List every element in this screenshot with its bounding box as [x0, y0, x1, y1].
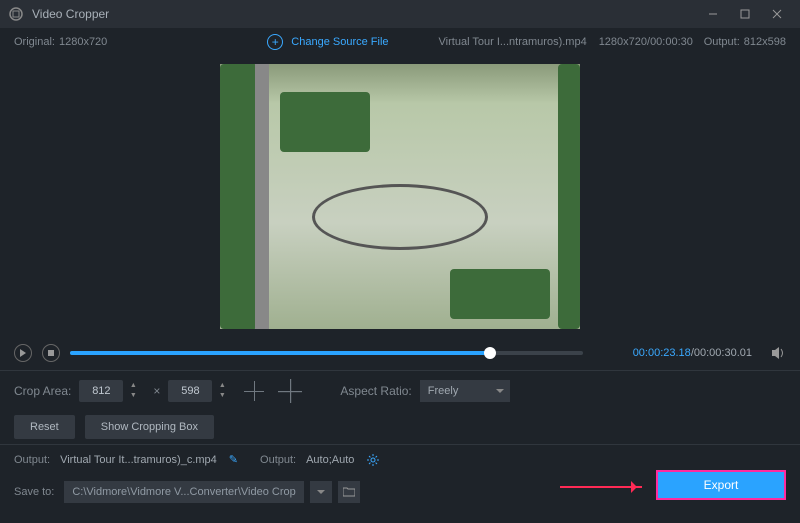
- seek-track[interactable]: [70, 351, 583, 355]
- source-meta: 1280x720/00:00:30: [599, 36, 693, 48]
- maximize-button[interactable]: [730, 4, 760, 24]
- seek-knob[interactable]: [484, 347, 496, 359]
- save-row: Save to: C:\Vidmore\Vidmore V...Converte…: [0, 474, 800, 510]
- reset-button[interactable]: Reset: [14, 415, 75, 439]
- edit-filename-icon[interactable]: ✎: [229, 453, 238, 466]
- output-file-label: Output:: [14, 454, 50, 466]
- width-up[interactable]: ▲: [127, 381, 139, 391]
- save-path: C:\Vidmore\Vidmore V...Converter\Video C…: [64, 481, 303, 503]
- crop-area-label: Crop Area:: [14, 384, 71, 398]
- settings-icon[interactable]: [366, 453, 380, 467]
- original-dimensions: 1280x720: [59, 36, 107, 48]
- total-time: 00:00:30.01: [694, 347, 752, 359]
- title-bar: Video Cropper: [0, 0, 800, 28]
- info-row: Original: 1280x720 + Change Source File …: [0, 28, 800, 56]
- aspect-ratio-label: Aspect Ratio:: [340, 384, 411, 398]
- aspect-ratio-select[interactable]: Freely: [420, 380, 510, 402]
- plus-circle-icon: +: [267, 34, 283, 50]
- app-title: Video Cropper: [32, 7, 698, 21]
- width-down[interactable]: ▼: [127, 391, 139, 401]
- crop-width-input[interactable]: [79, 380, 123, 402]
- minimize-button[interactable]: [698, 4, 728, 24]
- current-time: 00:00:23.18: [633, 347, 691, 359]
- source-filename: Virtual Tour I...ntramuros).mp4: [439, 36, 587, 48]
- change-source-button[interactable]: + Change Source File: [267, 34, 388, 50]
- output-preset-label: Output:: [260, 454, 296, 466]
- button-row: Reset Show Cropping Box: [0, 410, 800, 444]
- seek-progress: [70, 351, 490, 355]
- volume-icon[interactable]: [770, 345, 786, 361]
- times-symbol: ×: [153, 384, 160, 398]
- output-label: Output:: [704, 36, 740, 48]
- output-filename: Virtual Tour It...tramuros)_c.mp4: [60, 454, 217, 466]
- crop-controls: Crop Area: ▲▼ × ▲▼ Aspect Ratio: Freely: [0, 370, 800, 410]
- path-dropdown[interactable]: [310, 481, 332, 503]
- crop-height-input[interactable]: [168, 380, 212, 402]
- output-preset: Auto;Auto: [306, 454, 354, 466]
- preview-area: [0, 56, 800, 336]
- play-button[interactable]: [14, 344, 32, 362]
- save-to-label: Save to:: [14, 486, 54, 498]
- center-crop-button[interactable]: [242, 379, 266, 403]
- app-icon: [8, 6, 24, 22]
- annotation-arrow: [560, 486, 642, 488]
- height-down[interactable]: ▼: [216, 391, 228, 401]
- timecode: 00:00:23.18/00:00:30.01: [633, 347, 752, 359]
- export-button[interactable]: Export: [656, 470, 786, 500]
- height-up[interactable]: ▲: [216, 381, 228, 391]
- video-preview[interactable]: [220, 64, 580, 329]
- stop-button[interactable]: [42, 344, 60, 362]
- output-dimensions: 812x598: [744, 36, 786, 48]
- original-label: Original:: [14, 36, 55, 48]
- reticle-button[interactable]: [276, 376, 305, 405]
- change-source-label: Change Source File: [291, 36, 388, 48]
- show-cropping-box-button[interactable]: Show Cropping Box: [85, 415, 214, 439]
- close-button[interactable]: [762, 4, 792, 24]
- timeline-row: 00:00:23.18/00:00:30.01: [0, 336, 800, 370]
- open-folder-button[interactable]: [338, 481, 360, 503]
